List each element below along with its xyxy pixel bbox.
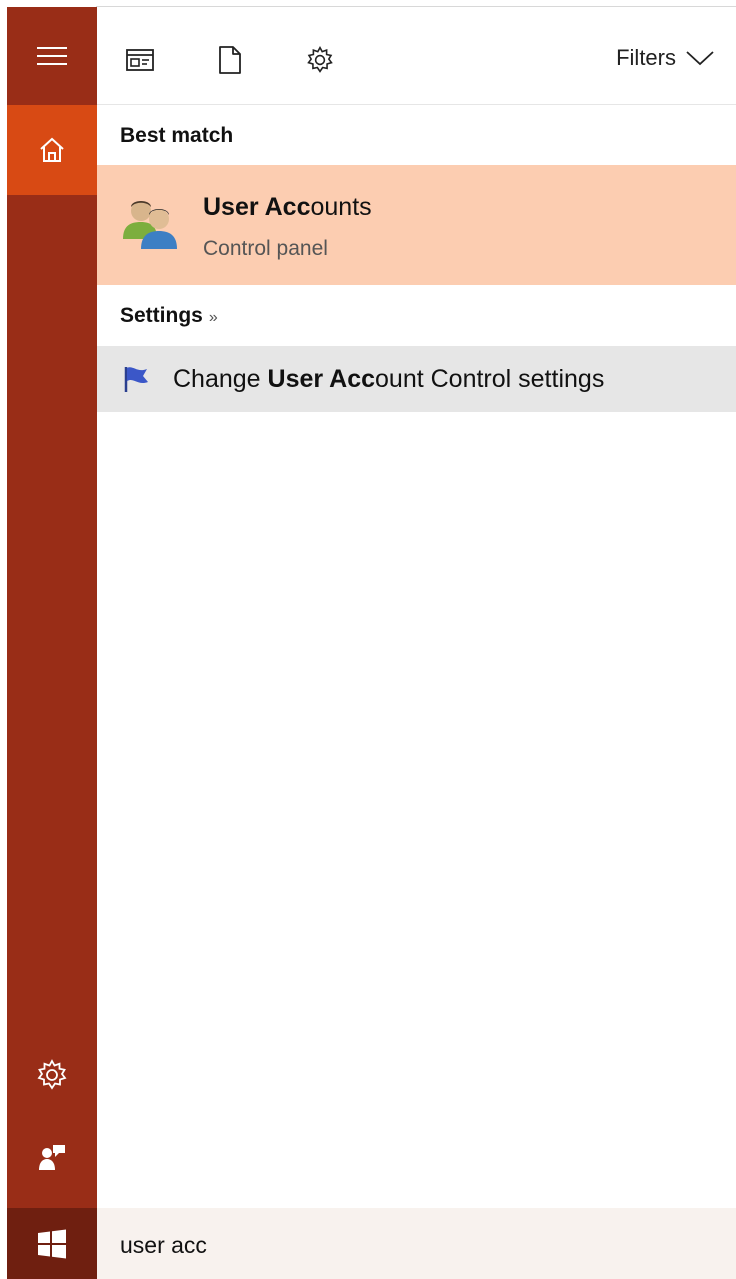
settings-result-label: Change User Account Control settings xyxy=(173,365,604,394)
settings-result-suffix: ount Control settings xyxy=(375,365,605,393)
filters-label: Filters xyxy=(616,45,676,70)
documents-filter-button[interactable] xyxy=(215,43,245,77)
best-match-subtitle: Control panel xyxy=(203,237,328,260)
best-match-title-match: User Acc xyxy=(203,193,311,221)
windows-logo-icon xyxy=(38,1229,66,1258)
best-match-title: User Accounts xyxy=(203,193,372,222)
left-rail xyxy=(7,7,97,1208)
search-query[interactable]: user acc xyxy=(120,1232,207,1259)
feedback-icon xyxy=(39,1145,65,1170)
settings-heading[interactable]: Settings » xyxy=(120,304,218,328)
filters-dropdown[interactable]: Filters xyxy=(616,45,714,71)
user-accounts-icon xyxy=(123,201,177,249)
feedback-button[interactable] xyxy=(7,1119,97,1195)
settings-heading-label: Settings xyxy=(120,304,203,327)
gear-icon xyxy=(307,46,333,73)
best-match-title-rest: ounts xyxy=(310,193,372,221)
document-icon xyxy=(219,46,241,74)
settings-result-prefix: Change xyxy=(173,365,268,393)
apps-filter-button[interactable] xyxy=(125,43,155,77)
search-filter-toolbar: Filters xyxy=(97,7,736,105)
best-match-result-user-accounts[interactable]: User Accounts Control panel xyxy=(97,165,736,285)
settings-filter-button[interactable] xyxy=(305,43,335,77)
search-box[interactable]: user acc xyxy=(97,1208,736,1279)
start-button[interactable] xyxy=(7,1208,97,1279)
home-button[interactable] xyxy=(7,105,97,195)
home-icon xyxy=(40,137,64,162)
hamburger-icon xyxy=(37,47,67,65)
apps-icon xyxy=(126,49,154,71)
best-match-heading: Best match xyxy=(120,124,234,147)
menu-button[interactable] xyxy=(7,7,97,105)
rail-settings-button[interactable] xyxy=(7,1037,97,1113)
chevron-down-icon xyxy=(686,51,714,66)
settings-more-indicator: » xyxy=(208,309,218,326)
settings-result-match: User Acc xyxy=(267,365,376,393)
gear-icon xyxy=(37,1059,67,1090)
settings-result-uac[interactable]: Change User Account Control settings xyxy=(97,346,736,412)
flag-icon xyxy=(124,367,148,392)
